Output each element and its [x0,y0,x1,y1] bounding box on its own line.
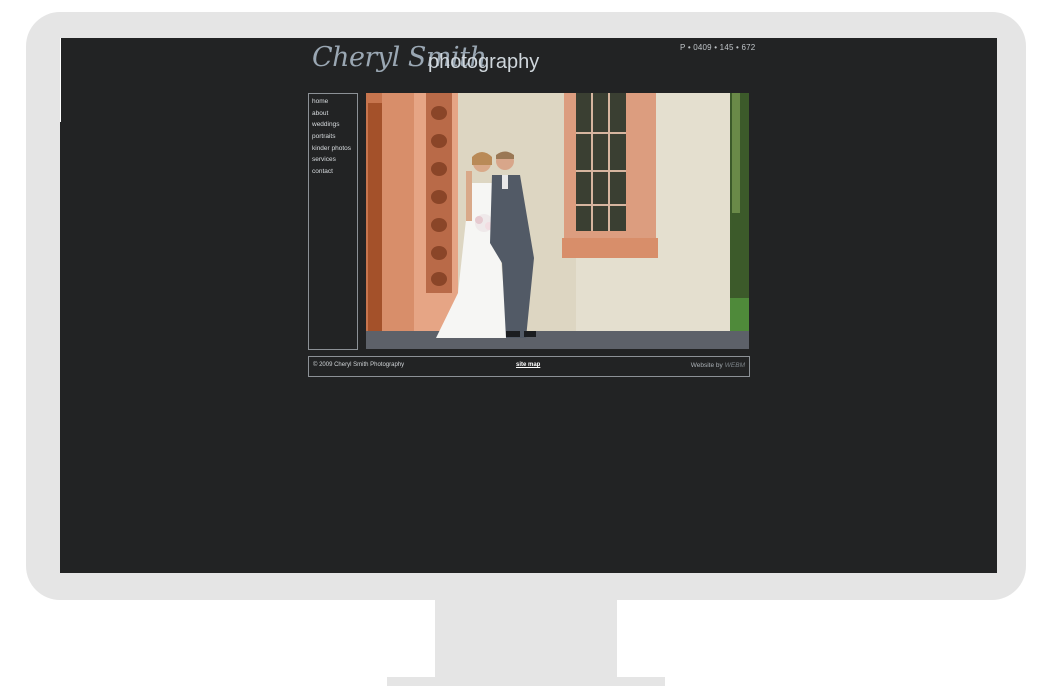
monitor-stand-neck [435,600,617,678]
site-logo[interactable]: Cheryl Smith photography [310,40,540,92]
nav-item-services[interactable]: services [312,154,357,166]
nav-item-about[interactable]: about [312,108,357,120]
wedding-photo-illustration [366,93,749,349]
site-footer: © 2009 Cheryl Smith Photography site map… [308,356,750,377]
credit-text: Website by [690,362,723,369]
logo-word-text: photography [428,51,540,73]
nav-item-portraits[interactable]: portraits [312,131,357,143]
monitor-stand-base [387,677,665,686]
screen-edge-highlight [60,38,61,122]
hero-wedding-photo [366,93,749,349]
website-credit[interactable]: Website by WEBM [691,362,745,369]
sitemap-link[interactable]: site map [516,362,540,368]
nav-item-weddings[interactable]: weddings [312,119,357,131]
copyright-text: © 2009 Cheryl Smith Photography [313,362,405,368]
sidebar-nav: home about weddings portraits kinder pho… [308,93,358,350]
phone-number: P • 0409 • 145 • 672 [680,43,756,52]
nav-item-home[interactable]: home [312,96,357,108]
credit-brand-logo: WEBM [724,362,745,369]
nav-item-kinder-photos[interactable]: kinder photos [312,143,357,155]
monitor-screen: Cheryl Smith photography P • 0409 • 145 … [60,38,997,573]
nav-item-contact[interactable]: contact [312,166,357,178]
